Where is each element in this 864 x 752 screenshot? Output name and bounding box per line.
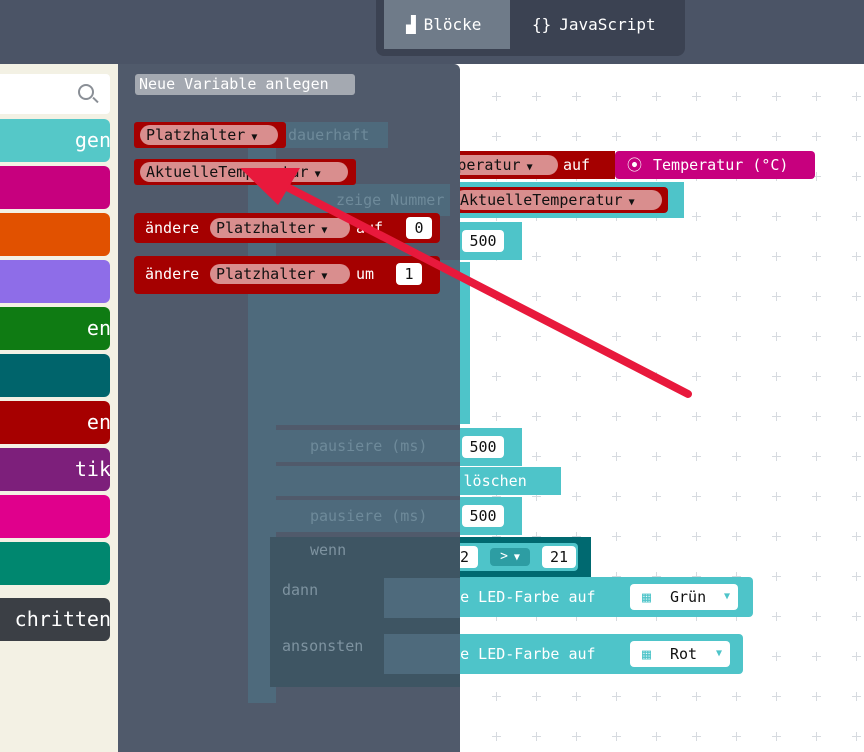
- annotation-arrow: [240, 168, 692, 398]
